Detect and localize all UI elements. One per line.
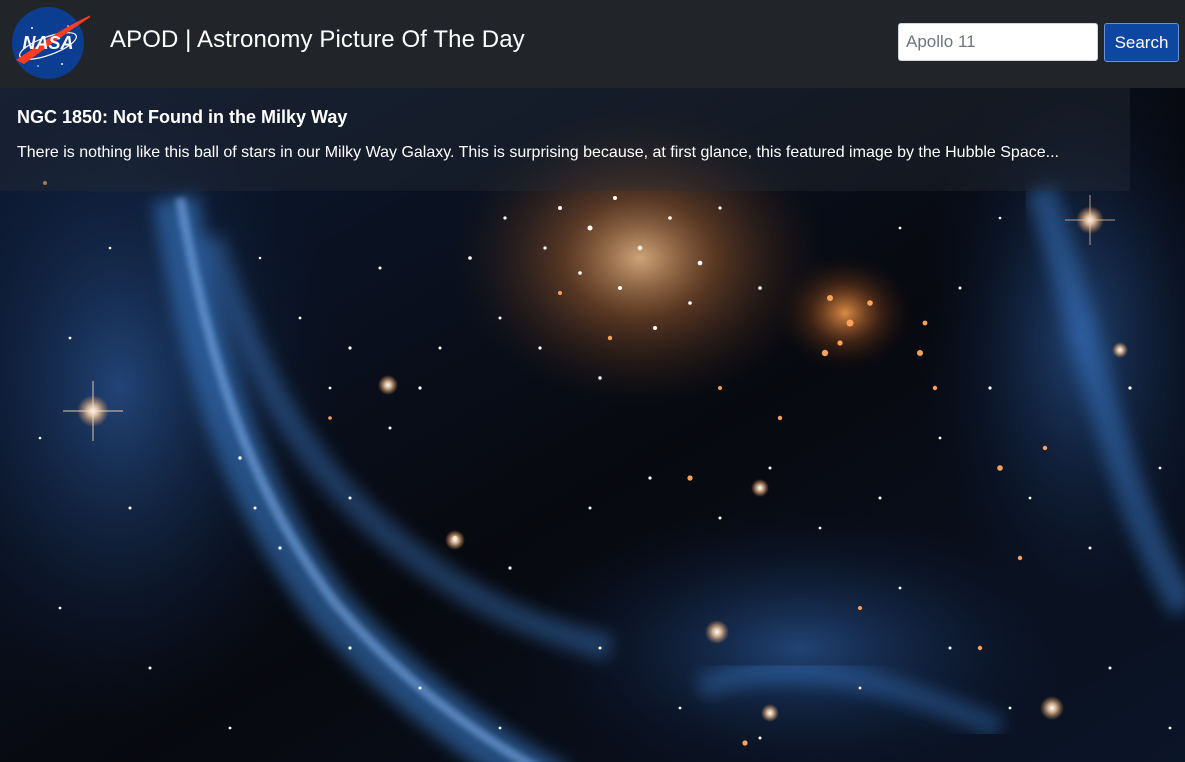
search-button[interactable]: Search [1104, 23, 1179, 62]
search-input[interactable] [898, 23, 1098, 61]
apod-explanation: There is nothing like this ball of stars… [17, 144, 1059, 161]
page-title[interactable]: APOD | Astronomy Picture Of The Day [110, 26, 525, 54]
logo-text: NASA [22, 33, 73, 53]
apod-caption: NGC 1850: Not Found in the Milky Way The… [0, 88, 1130, 191]
nasa-logo[interactable]: NASA [10, 4, 90, 80]
apod-hero: NGC 1850: Not Found in the Milky Way The… [0, 88, 1185, 762]
apod-title[interactable]: NGC 1850: Not Found in the Milky Way [17, 107, 347, 128]
navbar: NASA APOD | Astronomy Picture Of The Day… [0, 0, 1185, 88]
